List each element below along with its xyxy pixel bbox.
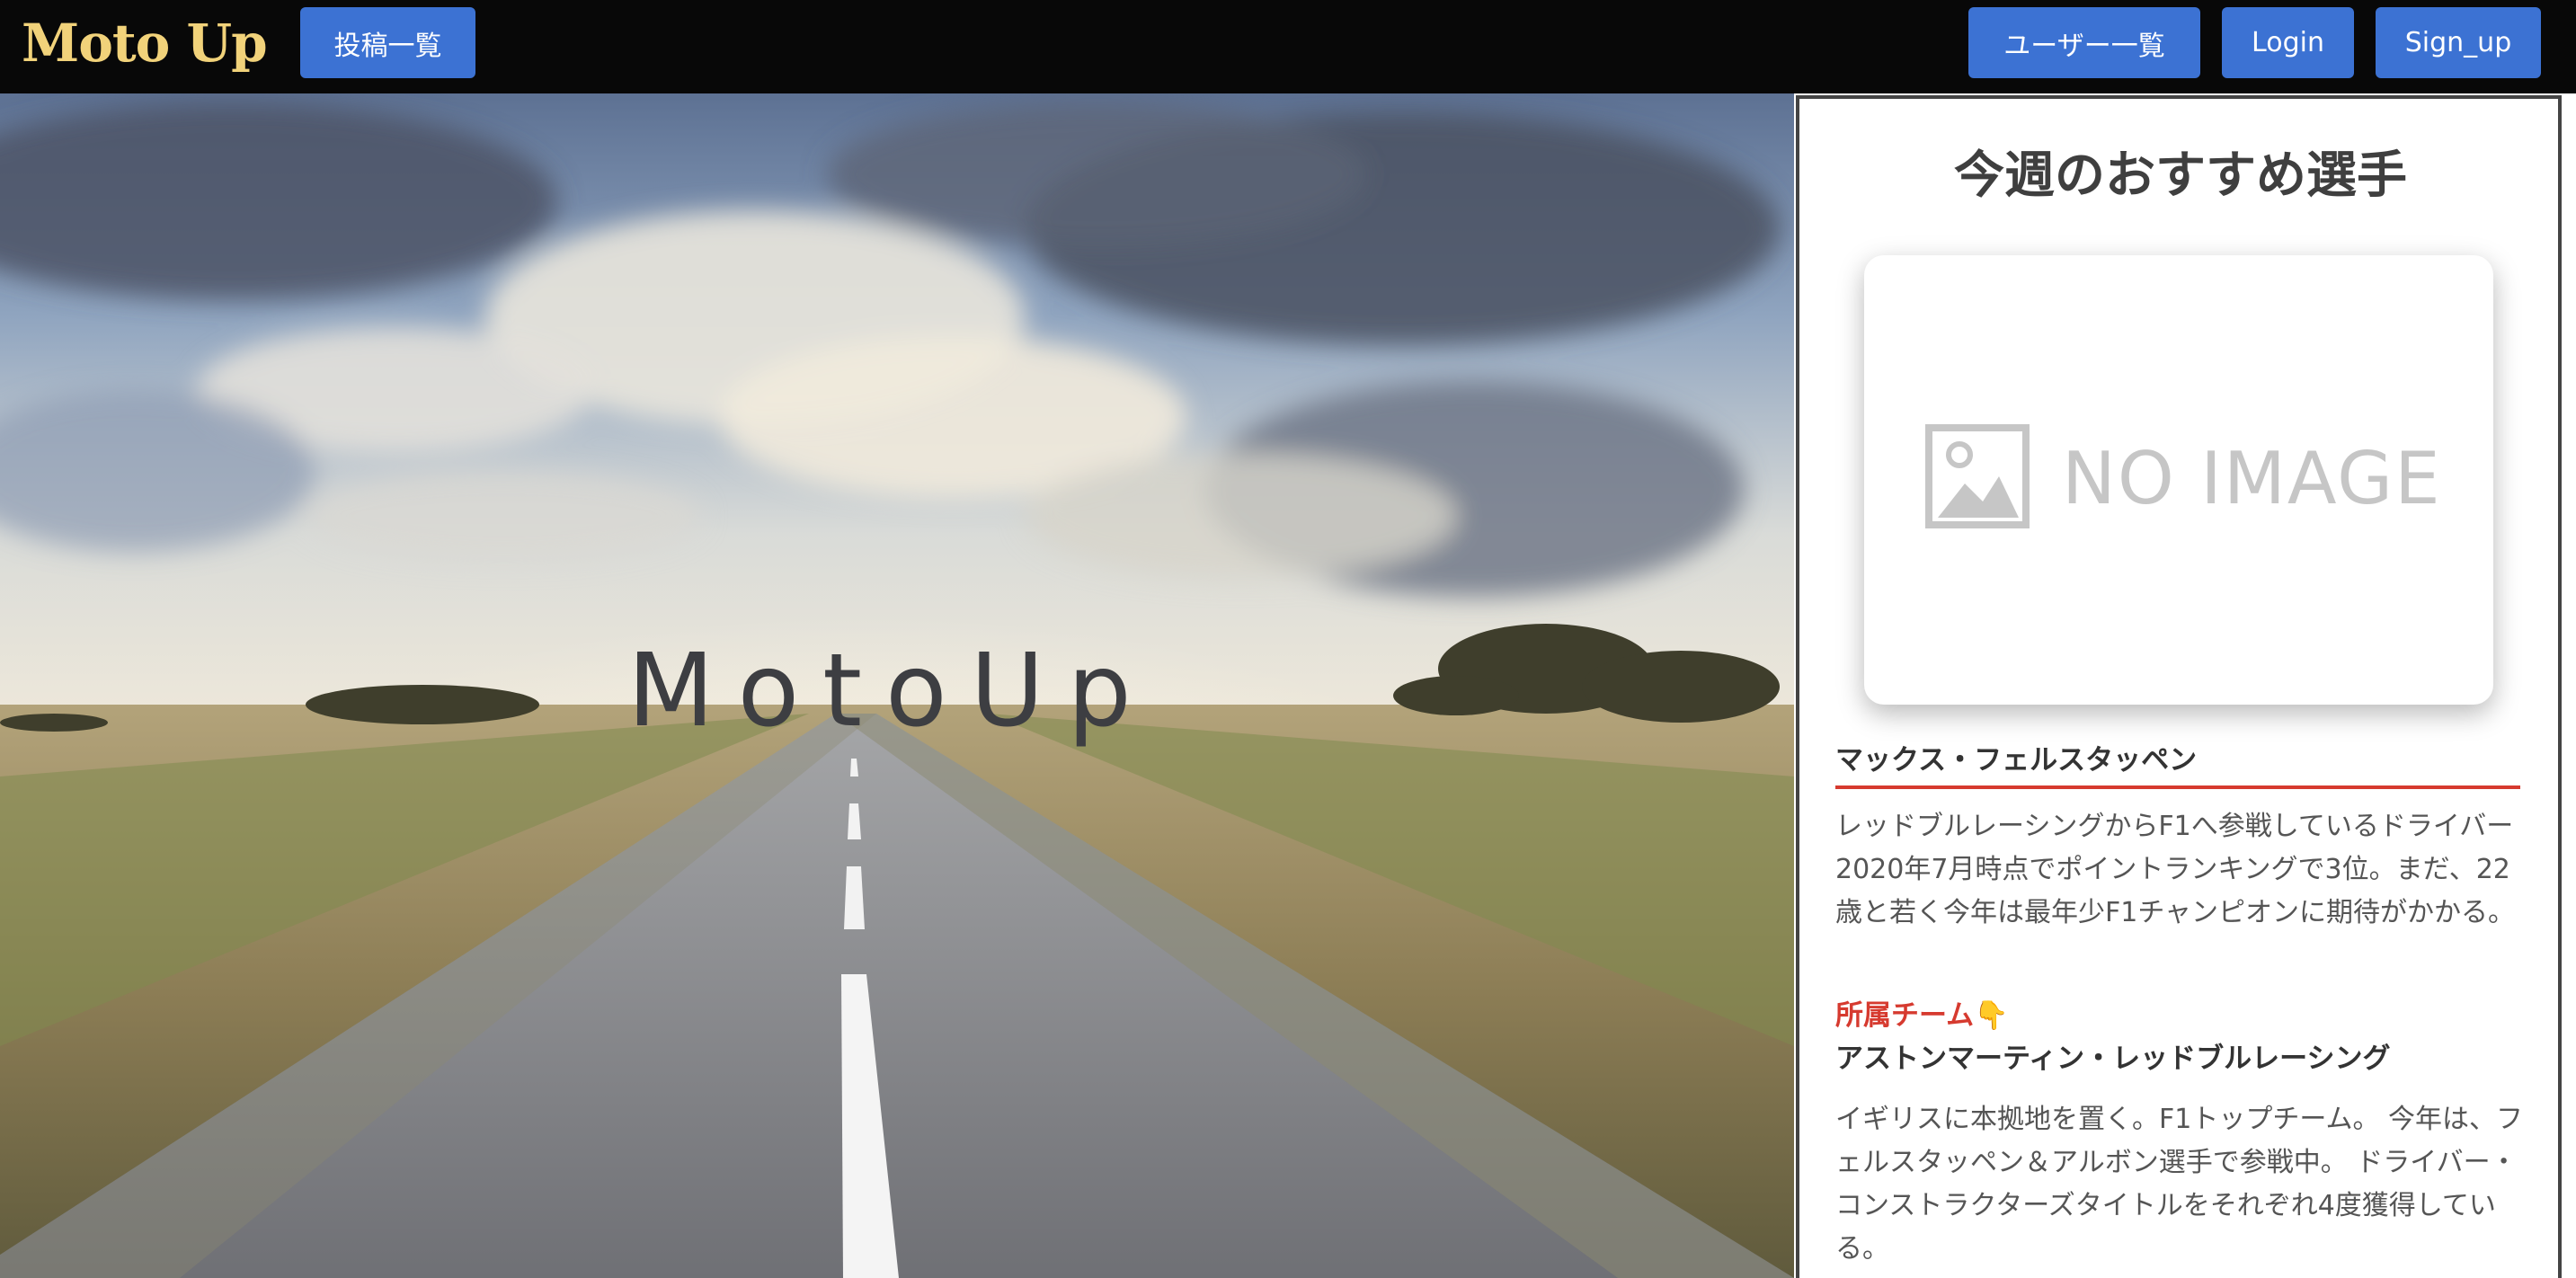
no-image-placeholder: NO IMAGE [1925, 424, 2442, 532]
panel-heading: 今週のおすすめ選手 [1954, 146, 2407, 205]
recommended-player-panel: 今週のおすすめ選手 NO IMAGE マックス・フェルスタッペン レッドブルレー… [1796, 95, 2562, 1278]
top-navbar: Moto Up 投稿一覧 ユーザー一覧 Login Sign_up [0, 0, 2576, 93]
player-description: レッドブルレーシングからF1へ参戦しているドライバー 2020年7月時点でポイン… [1835, 811, 2516, 928]
signup-button[interactable]: Sign_up [2376, 7, 2541, 78]
team-label: 所属チーム👇 [1835, 999, 2009, 1032]
site-logo[interactable]: Moto Up [22, 7, 268, 79]
posts-list-button[interactable]: 投稿一覧 [300, 7, 475, 78]
hero-banner: MotoUp [0, 93, 1794, 1278]
player-name: マックス・フェルスタッペン [1835, 741, 2520, 789]
no-image-label: NO IMAGE [2062, 436, 2442, 520]
image-icon [1925, 424, 2030, 532]
player-image-card: NO IMAGE [1864, 255, 2493, 705]
login-button[interactable]: Login [2222, 7, 2354, 78]
team-name: アストンマーティン・レッドブルレーシング [1835, 1043, 2391, 1075]
team-description: イギリスに本拠地を置く。F1トップチーム。 今年は、フェルスタッペン＆アルボン選… [1835, 1104, 2523, 1265]
hero-title: MotoUp [627, 633, 1155, 750]
users-list-button[interactable]: ユーザー一覧 [1968, 7, 2200, 78]
